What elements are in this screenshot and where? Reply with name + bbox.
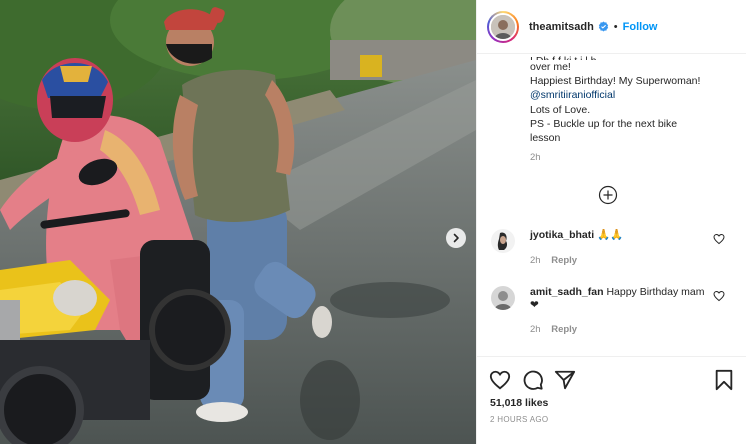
post-header: theamitsadh • Follow [477, 0, 746, 54]
likes-count[interactable]: 51,018 likes [490, 397, 548, 409]
caption-line: PS - Buckle up for the next bike [530, 117, 678, 130]
caption-line: Happiest Birthday! My Superwoman! [530, 75, 701, 88]
post-time-ago[interactable]: 2 HOURS AGO [490, 415, 548, 424]
post-photo[interactable] [0, 0, 476, 444]
commenter-avatar[interactable] [491, 229, 515, 253]
heart-icon[interactable] [489, 369, 511, 391]
comment-timestamp[interactable]: 2h [530, 324, 541, 335]
caption-timestamp[interactable]: 2h [530, 151, 742, 165]
bookmark-icon[interactable] [713, 369, 735, 391]
post-actions-bar: 51,018 likes 2 HOURS AGO [477, 356, 746, 444]
header-separator: • [613, 20, 618, 33]
author-username[interactable]: theamitsadh [529, 21, 594, 33]
verified-badge-icon [598, 21, 609, 32]
post-caption: I Dh f f ki t i l b over me! Happiest Bi… [530, 54, 742, 165]
chevron-right-icon [453, 233, 459, 243]
comment-username[interactable]: jyotika_bhati [530, 229, 594, 241]
load-more-comments-button[interactable] [598, 185, 618, 205]
caption-line: over me! [530, 61, 571, 73]
follow-button[interactable]: Follow [623, 21, 658, 33]
comment-timestamp[interactable]: 2h [530, 255, 541, 266]
reply-button[interactable]: Reply [551, 255, 577, 266]
paper-plane-icon[interactable] [554, 369, 576, 391]
comment-bubble-icon[interactable] [522, 369, 544, 391]
comment-text: 🙏🙏 [597, 229, 624, 241]
plus-circle-icon [598, 185, 618, 205]
photo-illustration [0, 0, 476, 444]
caption-line: lesson [530, 132, 561, 145]
caption-line: Lots of Love. [530, 103, 591, 116]
author-avatar-image [491, 14, 515, 39]
next-photo-button[interactable] [446, 228, 466, 248]
comment-username[interactable]: amit_sadh_fan [530, 286, 604, 298]
author-avatar[interactable] [487, 10, 519, 43]
caption-mention-link[interactable]: @smritiiraniofficial [530, 88, 742, 102]
comment-like-heart-icon[interactable] [713, 233, 725, 245]
commenter-avatar[interactable] [491, 286, 515, 310]
comment-item: amit_sadh_fan Happy Birthday mam❤ 2h Rep… [491, 286, 741, 342]
reply-button[interactable]: Reply [551, 324, 577, 335]
comment-like-heart-icon[interactable] [713, 290, 725, 302]
comment-item: jyotika_bhati 🙏🙏 2h Reply [491, 229, 741, 274]
post-sidebar: theamitsadh • Follow I Dh f f ki t i l b… [476, 0, 746, 444]
